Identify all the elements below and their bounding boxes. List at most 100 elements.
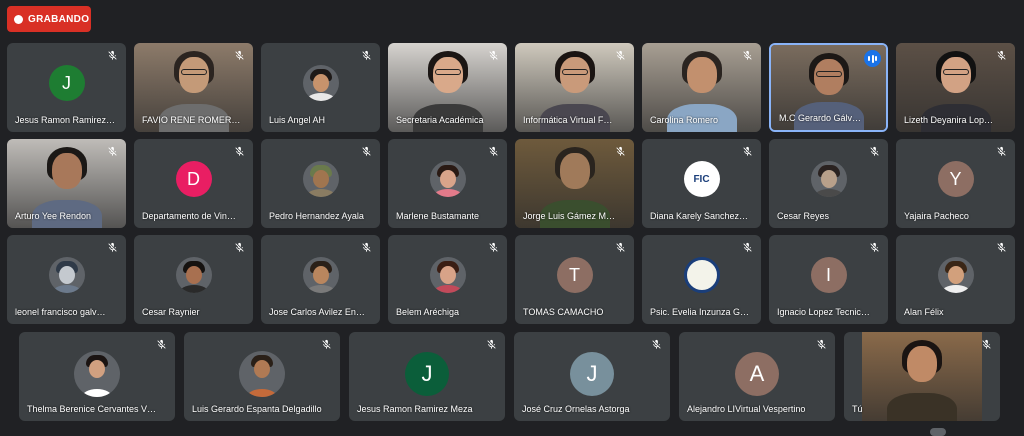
participant-name: Luis Gerardo Espanta Delgadillo: [192, 404, 322, 414]
participant-tile[interactable]: Carolina Romero: [642, 43, 761, 132]
mic-off-icon: [613, 144, 628, 159]
participant-name: Alejandro LIVirtual Vespertino: [687, 404, 806, 414]
participant-tile[interactable]: leonel francisco galv…: [7, 235, 126, 324]
participant-tile[interactable]: Cesar Raynier: [134, 235, 253, 324]
participant-tile[interactable]: Tú: [844, 332, 1000, 421]
mic-off-icon: [867, 144, 882, 159]
fic-logo-icon: FIC: [683, 161, 720, 197]
participant-tile[interactable]: Jose Carlos Avilez En…: [261, 235, 380, 324]
participant-avatar: [302, 161, 339, 197]
participant-tile[interactable]: M.C Gerardo Gálv…: [769, 43, 888, 132]
participant-tile[interactable]: Jorge Luis Gámez M…: [515, 139, 634, 228]
mic-off-icon: [359, 240, 374, 255]
participant-avatar: [937, 257, 974, 293]
participant-name: Secretaria Académica: [396, 115, 484, 125]
mic-off-icon: [979, 337, 994, 352]
participant-name: Pedro Hernandez Ayala: [269, 211, 364, 221]
participant-tile[interactable]: J Jesus Ramon Ramirez Meza: [349, 332, 505, 421]
mic-off-icon: [319, 337, 334, 352]
participant-tile[interactable]: Y Yajaira Pacheco: [896, 139, 1015, 228]
audio-level-icon: [864, 50, 881, 67]
mic-off-icon: [484, 337, 499, 352]
participant-tile[interactable]: Secretaria Académica: [388, 43, 507, 132]
participant-tile[interactable]: Alan Félix: [896, 235, 1015, 324]
participant-avatar: I: [810, 257, 847, 293]
mic-off-icon: [232, 144, 247, 159]
participant-name: M.C Gerardo Gálv…: [779, 113, 862, 123]
participant-avatar: [302, 257, 339, 293]
participant-tile[interactable]: FIC Diana Karely Sanchez…: [642, 139, 761, 228]
mic-off-icon: [740, 240, 755, 255]
mic-off-icon: [105, 144, 120, 159]
participant-tile[interactable]: Luis Angel AH: [261, 43, 380, 132]
participant-name: FAVIO RENE ROMER…: [142, 115, 241, 125]
participant-avatar: [429, 161, 466, 197]
participant-name: Arturo Yee Rendon: [15, 211, 92, 221]
participant-name: leonel francisco galv…: [15, 307, 106, 317]
participant-tile[interactable]: FAVIO RENE ROMER…: [134, 43, 253, 132]
mic-off-icon: [359, 144, 374, 159]
participant-tile[interactable]: Cesar Reyes: [769, 139, 888, 228]
participant-name: Psic. Evelia Inzunza G…: [650, 307, 750, 317]
participant-name: Belem Aréchiga: [396, 307, 460, 317]
more-participants-indicator[interactable]: [930, 428, 946, 436]
mic-off-icon: [740, 48, 755, 63]
participant-tile[interactable]: J José Cruz Ornelas Astorga: [514, 332, 670, 421]
participant-name: Thelma Berenice Cervantes V…: [27, 404, 157, 414]
participant-avatar: [302, 65, 339, 101]
participant-avatar: T: [556, 257, 593, 293]
mic-off-icon: [867, 240, 882, 255]
recording-label: GRABANDO: [28, 13, 90, 25]
mic-off-icon: [486, 48, 501, 63]
participant-name: Marlene Bustamante: [396, 211, 480, 221]
mic-off-icon: [232, 240, 247, 255]
participant-name: Departamento de Vin…: [142, 211, 236, 221]
mic-off-icon: [486, 240, 501, 255]
participant-name: Jesus Ramon Ramirez…: [15, 115, 116, 125]
participant-tile[interactable]: I Ignacio Lopez Tecnic…: [769, 235, 888, 324]
participant-tile[interactable]: Informática Virtual F…: [515, 43, 634, 132]
participant-tile[interactable]: Thelma Berenice Cervantes V…: [19, 332, 175, 421]
participant-tile[interactable]: T TOMAS CAMACHO: [515, 235, 634, 324]
mic-off-icon: [105, 240, 120, 255]
participant-tile[interactable]: Psic. Evelia Inzunza G…: [642, 235, 761, 324]
participant-avatar: J: [570, 352, 614, 396]
recording-indicator: GRABANDO: [7, 6, 91, 32]
participant-name: Lizeth Deyanira Lop…: [904, 115, 994, 125]
participant-name: Ignacio Lopez Tecnic…: [777, 307, 870, 317]
participant-tile[interactable]: Lizeth Deyanira Lop…: [896, 43, 1015, 132]
mic-off-icon: [613, 240, 628, 255]
participant-tile[interactable]: Marlene Bustamante: [388, 139, 507, 228]
participant-avatar: J: [48, 65, 85, 101]
participant-tile[interactable]: Arturo Yee Rendon: [7, 139, 126, 228]
participant-name: Carolina Romero: [650, 115, 719, 125]
participant-name: Informática Virtual F…: [523, 115, 613, 125]
participant-name: José Cruz Ornelas Astorga: [522, 404, 630, 414]
participant-avatar: Y: [937, 161, 974, 197]
participant-avatar: [175, 257, 212, 293]
participant-avatar: [74, 351, 120, 397]
participant-tile[interactable]: D Departamento de Vin…: [134, 139, 253, 228]
participant-tile[interactable]: Belem Aréchiga: [388, 235, 507, 324]
mic-off-icon: [649, 337, 664, 352]
participant-name: Cesar Raynier: [142, 307, 200, 317]
mic-off-icon: [613, 48, 628, 63]
participant-avatar: [429, 257, 466, 293]
participant-tile[interactable]: Luis Gerardo Espanta Delgadillo: [184, 332, 340, 421]
participant-tile[interactable]: A Alejandro LIVirtual Vespertino: [679, 332, 835, 421]
mic-off-icon: [232, 48, 247, 63]
mic-off-icon: [105, 48, 120, 63]
participant-name: Diana Karely Sanchez…: [650, 211, 749, 221]
participant-name: TOMAS CAMACHO: [523, 307, 604, 317]
participant-name: Luis Angel AH: [269, 115, 326, 125]
mic-off-icon: [814, 337, 829, 352]
participant-name: Cesar Reyes: [777, 211, 830, 221]
participant-avatar: J: [405, 352, 449, 396]
participant-avatar: A: [735, 352, 779, 396]
record-dot-icon: [14, 14, 23, 24]
participant-avatar: [239, 351, 285, 397]
participant-tile[interactable]: J Jesus Ramon Ramirez…: [7, 43, 126, 132]
mic-off-icon: [486, 144, 501, 159]
mic-off-icon: [994, 48, 1009, 63]
participant-tile[interactable]: Pedro Hernandez Ayala: [261, 139, 380, 228]
